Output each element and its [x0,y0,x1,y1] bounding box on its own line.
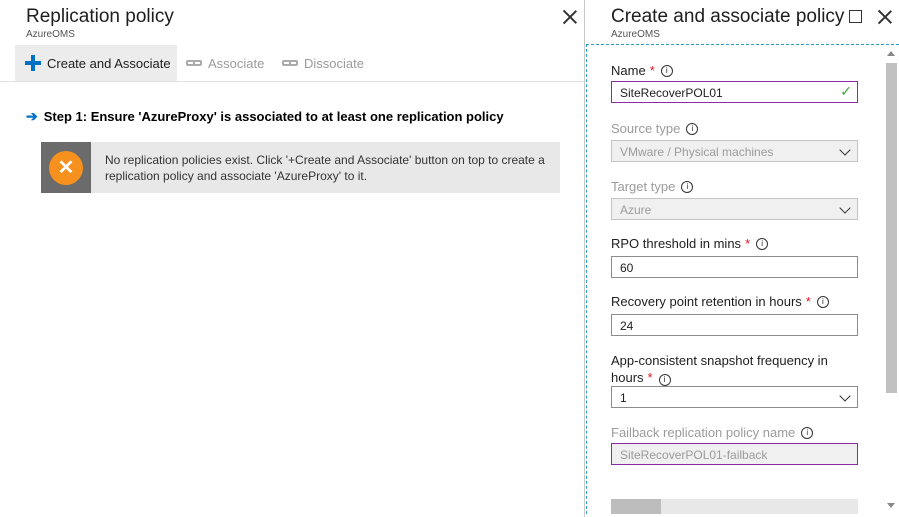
unlink-icon [282,58,298,68]
snapshot-value: 1 [620,391,627,405]
check-icon: ✓ [840,83,852,99]
blade-title: Replication policy [26,6,174,27]
tools-icon: ✕ [49,150,83,185]
scroll-down-icon[interactable] [887,503,895,508]
arrow-right-icon: ➔ [26,108,38,124]
target-type-select[interactable]: Azure [611,198,858,220]
required-marker: * [745,236,751,251]
rpo-input[interactable]: 60 [611,256,858,278]
close-icon[interactable] [563,10,577,24]
chevron-down-icon [839,144,851,156]
info-icon[interactable]: i [686,122,699,135]
info-icon[interactable]: i [816,295,829,308]
failback-value: SiteRecoverPOL01-failback [620,448,768,462]
source-type-label-text: Source type [611,121,681,136]
info-message-text: No replication policies exist. Click '+C… [105,152,545,183]
info-icon-container [611,499,661,514]
rpo-label-text: RPO threshold in mins [611,236,742,251]
info-message-box: ✕ No replication policies exist. Click '… [41,142,560,193]
vertical-scrollbar[interactable] [885,51,897,509]
close-icon[interactable] [878,10,892,24]
required-marker: * [805,294,811,309]
retention-value: 24 [620,319,634,333]
dissociate-label: Dissociate [304,55,364,71]
step-heading: ➔ Step 1: Ensure 'AzureProxy' is associa… [26,108,504,125]
create-and-associate-button[interactable]: Create and Associate [15,45,177,81]
retention-input[interactable]: 24 [611,314,858,336]
blade-title: Create and associate policy [611,6,845,27]
dissociate-button[interactable]: Dissociate [282,45,364,81]
retention-label: Recovery point retention in hours * i [611,294,829,309]
associate-button[interactable]: Associate [186,45,264,81]
chevron-down-icon [839,390,851,402]
scroll-up-icon[interactable] [887,51,895,56]
maximize-icon[interactable] [849,10,862,23]
failback-label: Failback replication policy name i [611,425,814,440]
target-type-label: Target type i [611,179,694,194]
scroll-thumb[interactable] [886,63,897,393]
source-type-value: VMware / Physical machines [620,145,774,159]
info-icon[interactable]: i [681,180,694,193]
plus-icon [25,55,41,71]
required-marker: * [647,370,653,385]
failback-input[interactable]: SiteRecoverPOL01-failback [611,443,858,465]
blade-subtitle: AzureOMS [26,29,75,40]
info-message-box [611,499,858,514]
info-icon[interactable]: i [756,237,769,250]
info-icon[interactable]: i [801,426,814,439]
required-marker: * [649,63,655,78]
associate-label: Associate [208,55,265,71]
create-associate-policy-blade: Create and associate policy AzureOMS Nam… [586,0,899,517]
rpo-value: 60 [620,261,634,275]
target-type-value: Azure [620,203,652,217]
toolbar: Create and Associate Associate Dissociat… [0,45,584,82]
info-icon[interactable]: i [658,374,671,386]
retention-label-text: Recovery point retention in hours [611,294,802,309]
failback-label-text: Failback replication policy name [611,425,796,440]
create-and-associate-label: Create and Associate [47,55,171,71]
name-input[interactable]: SiteRecoverPOL01 ✓ [611,81,858,103]
source-type-label: Source type i [611,121,699,136]
replication-policy-blade: Replication policy AzureOMS Create and A… [0,0,585,517]
info-icon-container: ✕ [41,142,91,193]
name-value: SiteRecoverPOL01 [620,86,723,100]
snapshot-select[interactable]: 1 [611,386,858,408]
target-type-label-text: Target type [611,179,676,194]
info-icon[interactable]: i [660,64,673,77]
name-label: Name * i [611,63,673,78]
source-type-select[interactable]: VMware / Physical machines [611,140,858,162]
chevron-down-icon [839,202,851,214]
step-text: Step 1: Ensure 'AzureProxy' is associate… [43,109,504,124]
policy-form: Name * i SiteRecoverPOL01 ✓ Source type … [586,44,899,514]
snapshot-label-text: App-consistent snapshot frequency in hou… [611,353,828,385]
link-icon [186,58,202,68]
rpo-label: RPO threshold in mins * i [611,236,769,251]
blade-subtitle: AzureOMS [611,29,660,40]
snapshot-label: App-consistent snapshot frequency in hou… [611,352,861,386]
name-label-text: Name [611,63,646,78]
